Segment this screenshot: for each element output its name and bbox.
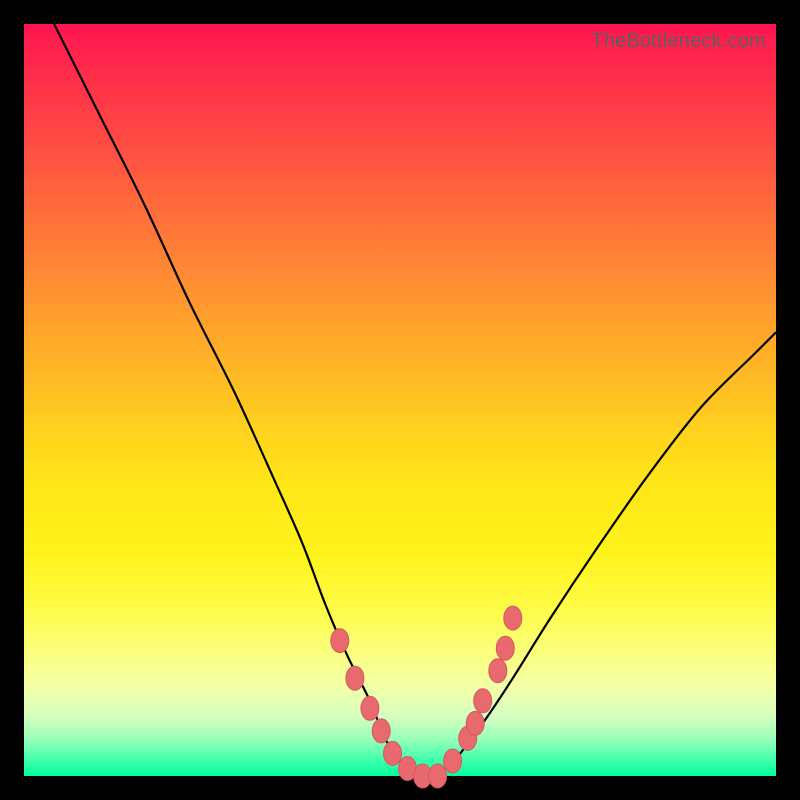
marker-point — [444, 749, 462, 773]
chart-frame: TheBottleneck.com — [0, 0, 800, 800]
marker-point — [361, 696, 379, 720]
marker-point — [372, 719, 390, 743]
bottleneck-curve — [54, 24, 776, 777]
marker-point — [504, 606, 522, 630]
marker-point — [384, 741, 402, 765]
marker-point — [489, 659, 507, 683]
marker-point — [466, 711, 484, 735]
marker-point — [429, 764, 447, 788]
marker-point — [331, 629, 349, 653]
highlight-markers — [331, 606, 522, 788]
marker-point — [474, 689, 492, 713]
plot-area: TheBottleneck.com — [24, 24, 776, 776]
marker-point — [346, 666, 364, 690]
chart-svg — [24, 24, 776, 776]
marker-point — [496, 636, 514, 660]
